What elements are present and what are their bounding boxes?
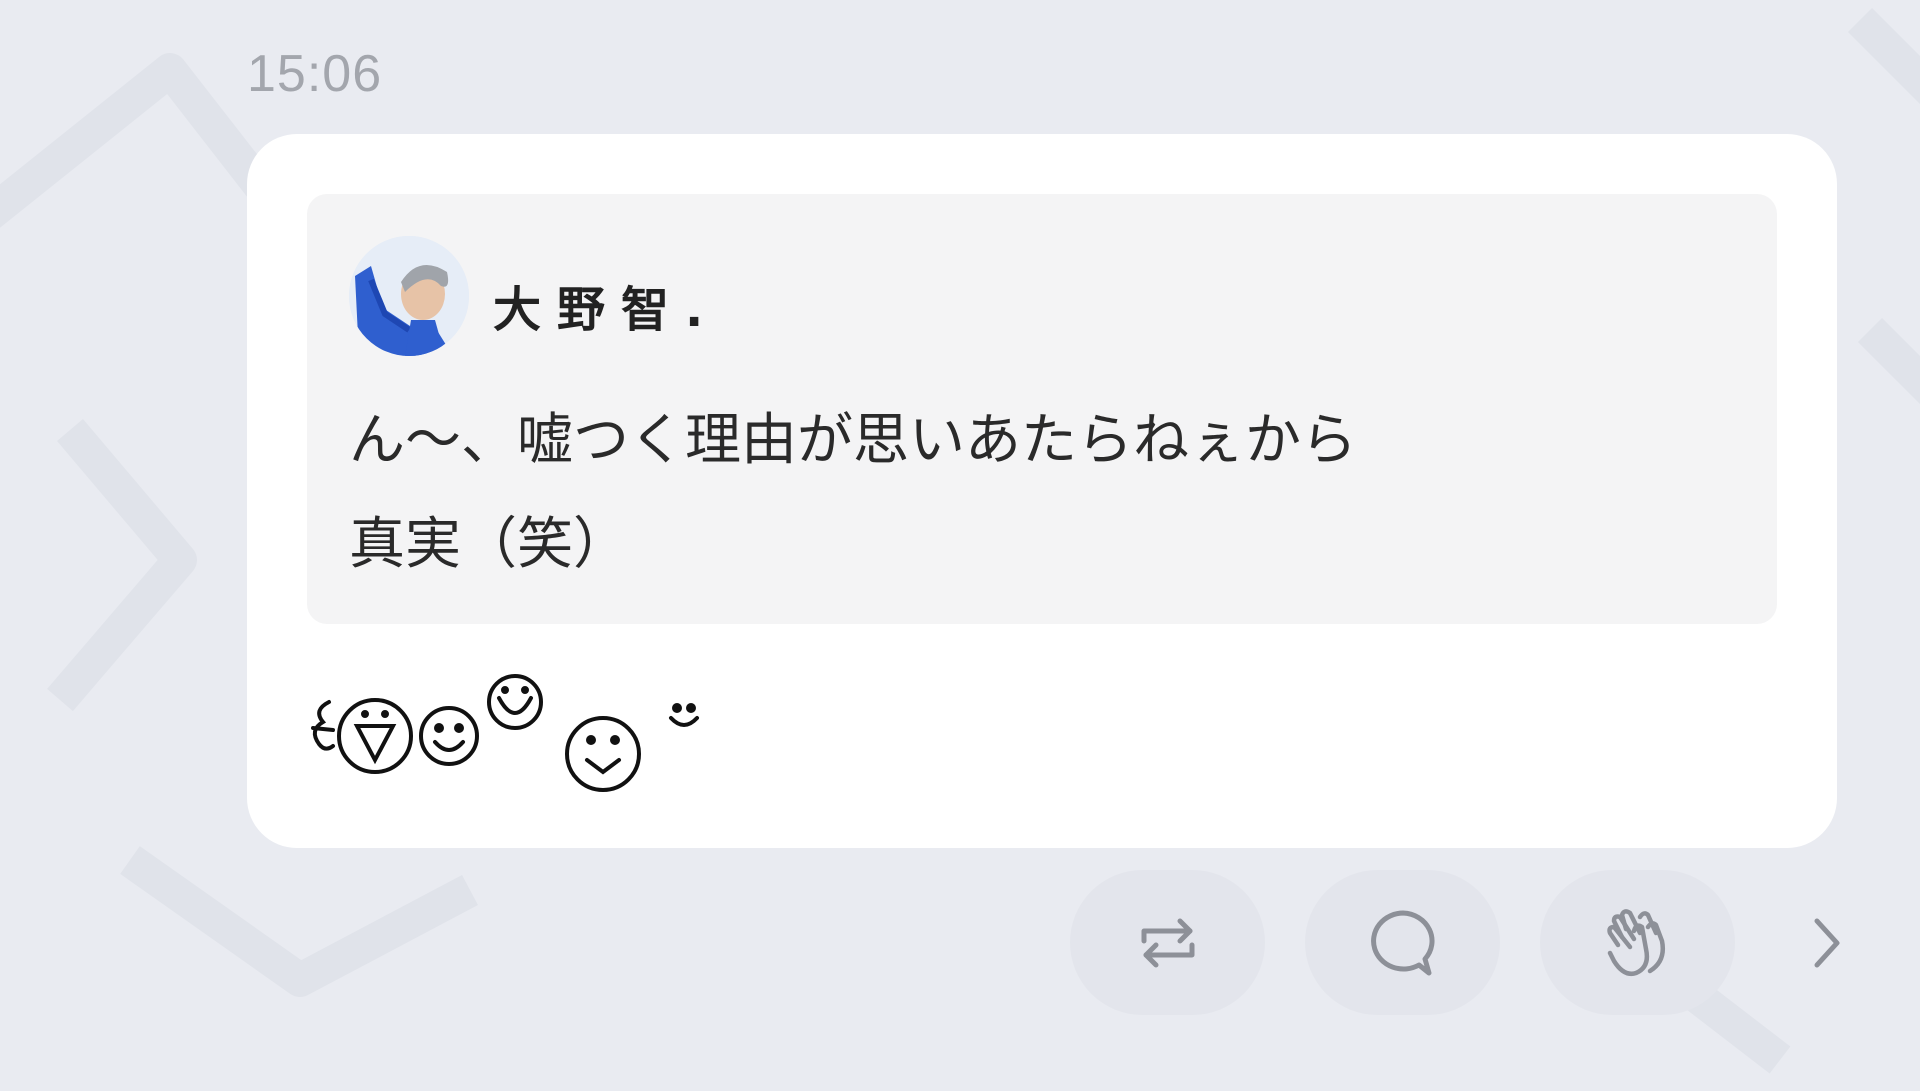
- quoted-post-line: ん〜、嘘つく理由が思いあたらねぇから: [349, 408, 1357, 473]
- avatar[interactable]: [349, 236, 469, 356]
- comment-icon: [1370, 910, 1434, 975]
- clap-icon: [1606, 908, 1665, 976]
- chevron-right-icon: [1814, 918, 1840, 968]
- quoted-post[interactable]: 大野智. ん〜、嘘つく理由が思いあたらねぇから 真実（笑）: [307, 194, 1777, 624]
- quoted-author-name[interactable]: 大野智.: [493, 270, 719, 340]
- comment-button[interactable]: [1305, 870, 1500, 1015]
- action-bar: [1070, 870, 1870, 1015]
- reaction-emoji-text: [307, 674, 727, 794]
- message-timestamp: 15:06: [247, 45, 383, 103]
- repost-icon: [1141, 918, 1194, 967]
- quoted-post-line: 真実（笑）: [349, 512, 629, 577]
- message-card[interactable]: 大野智. ん〜、嘘つく理由が思いあたらねぇから 真実（笑）: [247, 134, 1837, 848]
- repost-button[interactable]: [1070, 870, 1265, 1015]
- reaction-emoji-drawing: [311, 674, 699, 792]
- clap-button[interactable]: [1540, 870, 1735, 1015]
- quoted-post-text: ん〜、嘘つく理由が思いあたらねぇから 真実（笑）: [349, 389, 1749, 597]
- more-actions-button[interactable]: [1797, 908, 1857, 978]
